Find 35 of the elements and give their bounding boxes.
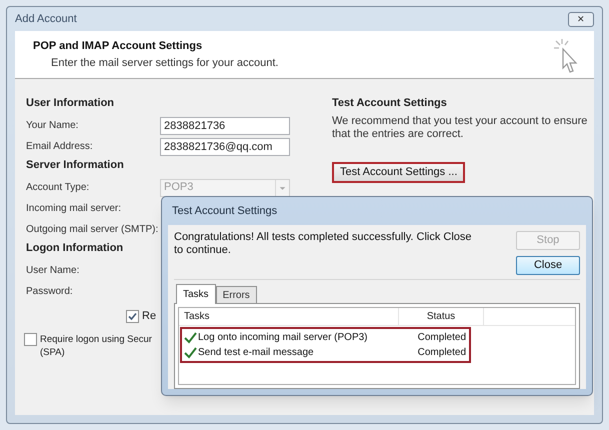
field-label: Email Address: [26, 140, 94, 154]
task-status: Completed [416, 346, 466, 360]
column-header: Tasks [179, 308, 399, 325]
dialog-button[interactable]: Close [516, 256, 580, 275]
header-title: POP and IMAP Account Settings [33, 39, 204, 54]
tab[interactable]: Errors [216, 286, 257, 303]
section-heading: Logon Information [26, 241, 124, 256]
task-name: Send test e-mail message [198, 346, 315, 360]
description-text: We recommend that you test your account to ensure that the entries are correct. [332, 115, 588, 141]
close-button[interactable]: ✕ [568, 12, 594, 26]
task-name: Log onto incoming mail server (POP3) [198, 331, 369, 345]
task-status: Completed [416, 331, 466, 345]
section-heading: Server Information [26, 158, 124, 173]
field-label: Outgoing mail server (SMTP): [26, 223, 160, 237]
test-settings-button[interactable]: Test Account Settings ... [332, 162, 466, 183]
checkbox-label: Require logon using Secur (SPA) [40, 333, 152, 359]
dialog-title: Test Account Settings [172, 204, 278, 219]
field-label: Account Type: [26, 181, 90, 195]
input-field[interactable]: 2838821736 [160, 116, 290, 134]
result-message: Congratulations! All tests completed successfully. Click Close to continue. [174, 231, 473, 258]
section-heading: User Information [26, 96, 114, 111]
check-icon [128, 312, 137, 320]
field-label: Password: [26, 285, 74, 299]
checkbox[interactable] [126, 310, 139, 322]
window-title: Add Account [15, 12, 77, 27]
checkbox[interactable] [24, 333, 37, 346]
input-field[interactable]: 2838821736@qq.com [160, 138, 290, 156]
checkbox-label: Re [142, 308, 156, 324]
field-label: Your Name: [26, 119, 80, 133]
field-label: Incoming mail server: [26, 202, 122, 216]
header-subtitle: Enter the mail server settings for your account. [50, 56, 278, 70]
section-heading: Test Account Settings [332, 96, 448, 111]
column-header: Status [399, 308, 484, 325]
tab[interactable]: Tasks [176, 284, 216, 304]
field-label: User Name: [26, 264, 80, 278]
